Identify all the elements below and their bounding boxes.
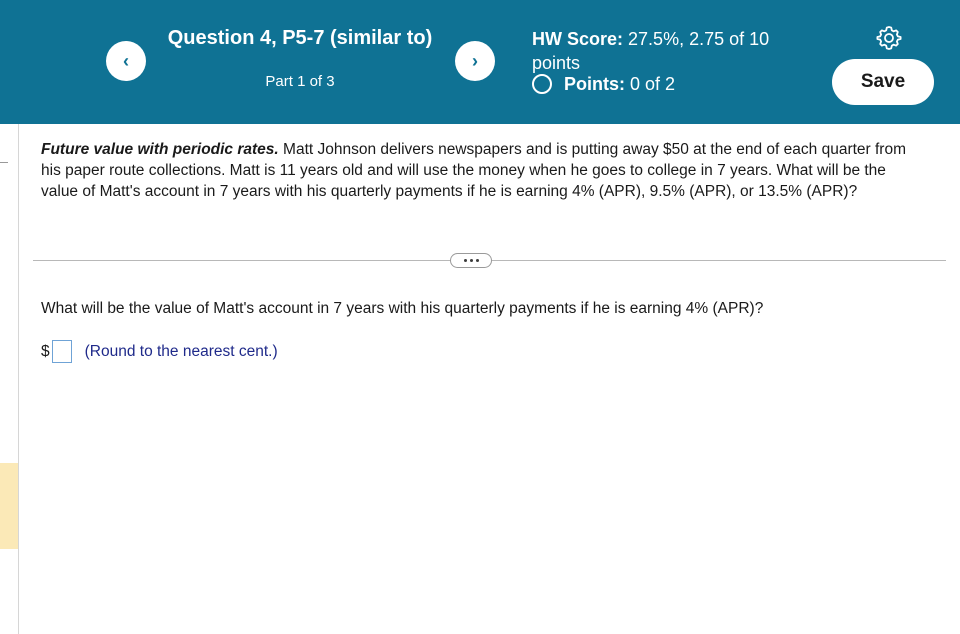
gear-icon[interactable] [876,25,902,51]
points-circle-icon [532,74,552,94]
chevron-left-icon: ‹ [123,51,129,71]
rounding-hint: (Round to the nearest cent.) [84,342,278,360]
chevron-right-icon: › [472,51,478,71]
header-bar: ‹ Question 4, P5-7 (similar to) Part 1 o… [0,0,960,124]
points-row: Points: 0 of 2 [532,73,675,95]
left-rail [18,124,19,634]
save-button[interactable]: Save [832,59,934,105]
previous-question-button[interactable]: ‹ [106,41,146,81]
dot [475,259,479,262]
ellipsis-icon[interactable] [450,253,492,268]
hw-score-label: HW Score: [532,29,624,49]
left-rail-mark [0,162,8,163]
currency-symbol: $ [41,342,50,360]
answer-input[interactable] [51,340,72,363]
points-label: Points: [564,74,625,94]
next-question-button[interactable]: › [455,41,495,81]
dot [463,259,467,262]
points-value: 0 of 2 [630,74,676,94]
problem-statement: Future value with periodic rates. Matt J… [41,139,921,202]
part-indicator: Part 1 of 3 [265,73,335,90]
part-question: What will be the value of Matt's account… [41,300,764,317]
left-side-tab[interactable] [0,463,18,549]
problem-title: Future value with periodic rates. [41,141,279,158]
answer-row: $ (Round to the nearest cent.) [41,340,278,363]
dot [469,259,473,262]
question-title: Question 4, P5-7 (similar to) [167,27,433,49]
hw-score: HW Score: 27.5%, 2.75 of 10 points [532,27,822,75]
